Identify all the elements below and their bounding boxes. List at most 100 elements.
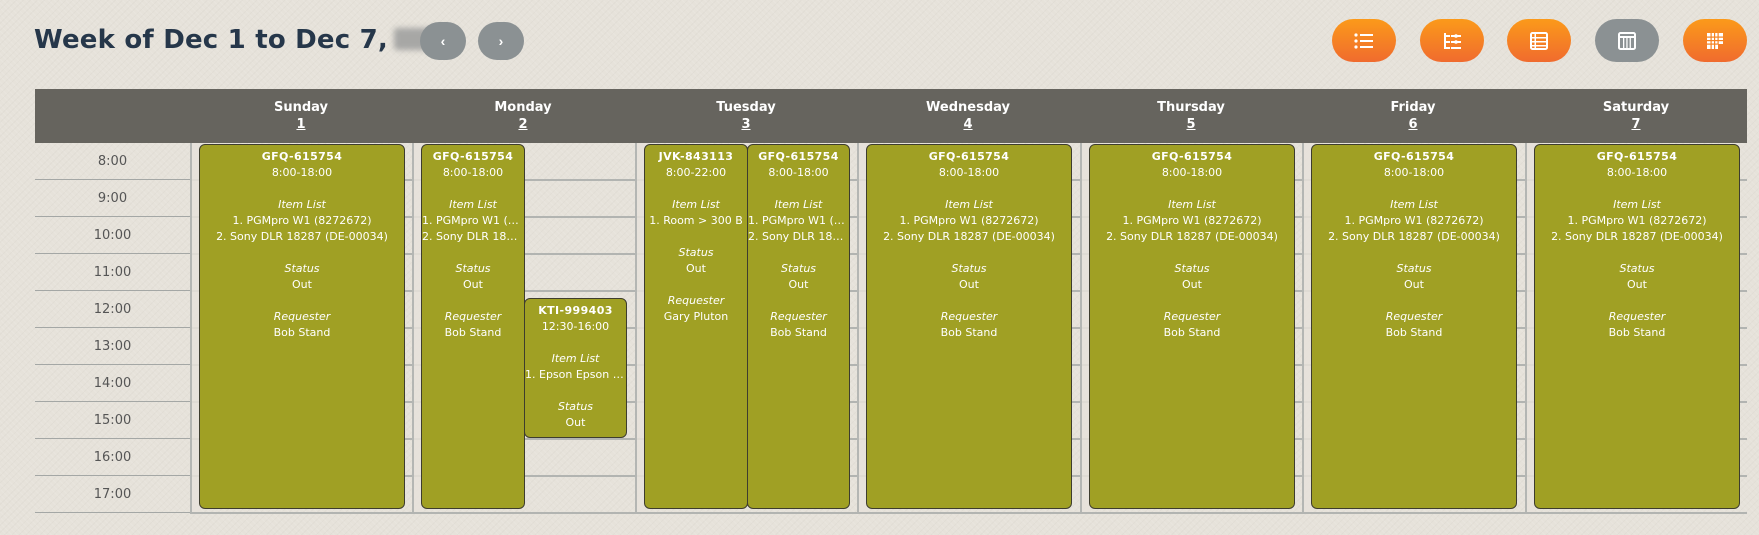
item-entry: 2. Sony DLR 18287… (422, 230, 524, 243)
grid-row-line (190, 512, 1747, 514)
day-name: Wednesday (926, 100, 1010, 115)
item-entry: 1. PGMpro W1 (8272672) (1122, 214, 1262, 227)
item-entry: 2. Sony DLR 18287 (DE-00034) (216, 230, 388, 243)
requester-value: Bob Stand (940, 326, 998, 339)
status-label: Status (678, 246, 714, 259)
booking-code: GFQ-615754 (1151, 150, 1233, 163)
status-value: Out (959, 278, 979, 291)
item-list-label: Item List (1390, 198, 1438, 211)
requester-value: Bob Stand (273, 326, 331, 339)
item-list-label: Item List (449, 198, 497, 211)
booking-code: GFQ-615754 (758, 150, 839, 163)
booking-event[interactable]: GFQ-615754 8:00-18:00 Item List 1. PGMpro W… (421, 144, 525, 509)
item-list-label: Item List (1613, 198, 1661, 211)
day-name: Sunday (273, 100, 329, 115)
table-view-button[interactable] (1507, 19, 1571, 62)
booking-time: 8:00-18:00 (938, 166, 1000, 179)
requester-value: Bob Stand (1163, 326, 1221, 339)
day-number-link[interactable]: 3 (635, 117, 857, 132)
time-slot-label: 16:00 (35, 439, 190, 476)
status-value: Out (1182, 278, 1202, 291)
requester-label: Requester (444, 310, 502, 323)
day-number-link[interactable]: 4 (857, 117, 1079, 132)
booking-code: GFQ-615754 (261, 150, 343, 163)
status-value: Out (292, 278, 312, 291)
booking-time: 8:00-22:00 (665, 166, 727, 179)
day-number-link[interactable]: 2 (412, 117, 634, 132)
time-slot-label: 8:00 (35, 143, 190, 180)
tree-list-icon (1444, 32, 1461, 49)
item-list-label: Item List (774, 198, 823, 211)
booking-event[interactable]: GFQ-615754 8:00-18:00 Item List 1. PGMpro W… (1089, 144, 1295, 509)
status-value: Out (1627, 278, 1647, 291)
item-entry: 1. PGMpro W1 (82… (748, 214, 849, 227)
booking-time: 8:00-18:00 (768, 166, 829, 179)
booking-event[interactable]: GFQ-615754 8:00-18:00 Item List 1. PGMpro W… (1534, 144, 1740, 509)
booking-event[interactable]: GFQ-615754 8:00-18:00 Item List 1. PGMpro W… (1311, 144, 1517, 509)
list-view-button[interactable] (1332, 19, 1396, 62)
booking-time: 12:30-16:00 (541, 319, 610, 333)
status-label: Status (1174, 262, 1210, 275)
item-entry: 2. Sony DLR 18287 (DE-00034) (883, 230, 1055, 243)
status-label: Status (1619, 262, 1655, 275)
day-number-link[interactable]: 7 (1525, 117, 1747, 132)
day-number-link[interactable]: 6 (1302, 117, 1524, 132)
next-week-button[interactable]: › (478, 22, 524, 60)
requester-label: Requester (1608, 310, 1666, 323)
week-view-button[interactable] (1595, 19, 1659, 62)
day-header-monday: Monday 2 (412, 89, 634, 143)
day-number-link[interactable]: 5 (1080, 117, 1302, 132)
requester-value: Bob Stand (1385, 326, 1443, 339)
time-slot-label: 15:00 (35, 402, 190, 439)
day-name: Saturday (1602, 100, 1670, 115)
day-number-link[interactable]: 1 (190, 117, 412, 132)
prev-week-button[interactable]: ‹ (420, 22, 466, 60)
item-entry: 1. PGMpro W1 (8272672) (1344, 214, 1484, 227)
booking-time: 8:00-18:00 (1606, 166, 1668, 179)
booking-event[interactable]: GFQ-615754 8:00-18:00 Item List 1. PGMpro W… (199, 144, 405, 509)
month-view-button[interactable] (1683, 19, 1747, 62)
booking-event[interactable]: GFQ-615754 8:00-18:00 Item List 1. PGMpro W… (866, 144, 1072, 509)
day-header-thursday: Thursday 5 (1080, 89, 1302, 143)
item-entry: 2. Sony DLR 18287 (DE-00034) (1328, 230, 1500, 243)
status-label: Status (780, 262, 817, 275)
booking-event[interactable]: KTI-999403 12:30-16:00 Item List 1. Epson E… (524, 297, 627, 438)
item-entry: 1. PGMpro W1 (8272672) (232, 214, 372, 227)
month-calendar-icon (1707, 32, 1723, 49)
status-value: Out (686, 262, 706, 275)
item-list-label: Item List (945, 198, 993, 211)
status-label: Status (455, 262, 491, 275)
booking-event[interactable]: GFQ-615754 8:00-18:00 Item List 1. PGMpro W… (747, 144, 850, 509)
requester-value: Gary Pluton (663, 310, 729, 323)
booking-code: GFQ-615754 (928, 150, 1010, 163)
page-title: Week of Dec 1 to Dec 7, (34, 25, 453, 55)
status-value: Out (788, 278, 809, 291)
calendar-header-row: Sunday 1 Monday 2 Tuesday 3 Wednesday 4 Thursday… (35, 89, 1747, 143)
list-icon (1354, 32, 1373, 49)
time-slot-label: 14:00 (35, 365, 190, 402)
day-header-saturday: Saturday 7 (1525, 89, 1747, 143)
day-header-sunday: Sunday 1 (190, 89, 412, 143)
booking-time: 8:00-18:00 (442, 166, 504, 179)
requester-value: Bob Stand (444, 326, 502, 339)
day-name: Thursday (1157, 100, 1225, 115)
day-header-wednesday: Wednesday 4 (857, 89, 1079, 143)
status-label: Status (557, 399, 594, 413)
week-calendar: Sunday 1 Monday 2 Tuesday 3 Wednesday 4 Thursday… (35, 89, 1747, 514)
time-slot-label: 13:00 (35, 328, 190, 365)
booking-event[interactable]: JVK-843113 8:00-22:00 Item List 1. Room > 3… (644, 144, 748, 509)
booking-code: KTI-999403 (538, 303, 613, 317)
requester-label: Requester (667, 294, 725, 307)
booking-time: 8:00-18:00 (271, 166, 333, 179)
status-label: Status (951, 262, 987, 275)
status-value: Out (565, 415, 586, 429)
booking-time: 8:00-18:00 (1161, 166, 1223, 179)
time-slot-label: 12:00 (35, 291, 190, 328)
booking-time: 8:00-18:00 (1383, 166, 1445, 179)
time-slot-label: 11:00 (35, 254, 190, 291)
tree-view-button[interactable] (1420, 19, 1484, 62)
item-list-label: Item List (1168, 198, 1216, 211)
status-value: Out (1404, 278, 1424, 291)
requester-label: Requester (1385, 310, 1443, 323)
day-name: Monday (494, 100, 552, 115)
